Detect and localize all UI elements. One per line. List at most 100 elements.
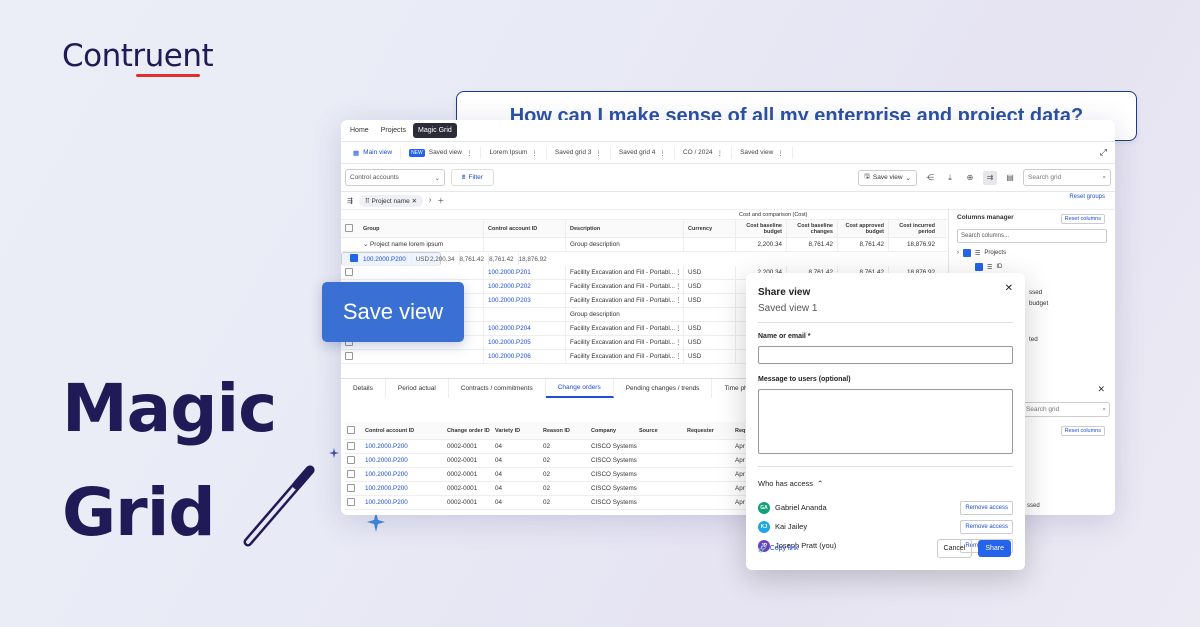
row-checkbox[interactable] — [347, 455, 355, 464]
nav-magic-grid[interactable]: Magic Grid — [412, 123, 457, 138]
header[interactable]: Requester — [687, 428, 735, 434]
header-cost-incurred-period[interactable]: Cost incurred period — [888, 220, 939, 237]
tab-saved-view-2[interactable]: Saved view ⋮ — [732, 146, 793, 159]
search-columns-input[interactable]: Search columns... — [957, 229, 1107, 243]
tab-lorem-ipsum[interactable]: Lorem Ipsum ⋮ — [481, 146, 547, 159]
control-account-link[interactable]: 100.2000.P204 — [483, 322, 565, 335]
more-icon[interactable]: ⋮ — [531, 149, 538, 157]
header[interactable]: Reason ID — [543, 428, 591, 434]
row-checkbox[interactable] — [345, 351, 353, 360]
header-cost-baseline-budget[interactable]: Cost baseline budget — [735, 220, 786, 237]
header-currency[interactable]: Currency — [683, 220, 735, 237]
target-icon[interactable]: ⊕ — [963, 171, 977, 185]
cancel-button[interactable]: Cancel — [936, 539, 973, 558]
add-group-icon[interactable]: ＋ — [437, 196, 444, 206]
tab-pending-changes[interactable]: Pending changes / trends — [614, 379, 713, 398]
close-icon[interactable]: ✕ — [1097, 384, 1105, 395]
message-textarea[interactable] — [758, 389, 1013, 454]
tab-co-2024[interactable]: CO / 2024 ⋮ — [675, 146, 733, 159]
tab-saved-view[interactable]: NEW Saved view ⋮ — [401, 146, 482, 159]
reset-columns-button[interactable]: Reset columns — [1060, 214, 1105, 224]
reset-groups-link[interactable]: Reset groups — [1069, 194, 1105, 200]
row-checkbox[interactable] — [347, 497, 355, 506]
header[interactable]: Variety ID — [495, 428, 543, 434]
control-account-link[interactable] — [483, 308, 565, 321]
more-icon[interactable]: ⋮ — [675, 269, 683, 276]
header-cost-approved-budget[interactable]: Cost approved budget — [837, 220, 888, 237]
header[interactable]: Company — [591, 428, 639, 434]
row-checkbox[interactable] — [347, 441, 355, 450]
checkbox-checked[interactable] — [963, 249, 971, 257]
chevron-right-icon[interactable]: › — [957, 250, 959, 256]
share-button[interactable]: Share — [978, 540, 1011, 557]
control-account-link[interactable]: 100.2000.P202 — [483, 280, 565, 293]
more-icon[interactable]: ⋮ — [675, 353, 683, 360]
more-icon[interactable]: ⋮ — [659, 149, 666, 157]
select-all-checkbox[interactable] — [345, 223, 353, 232]
remove-access-button[interactable]: Remove access — [960, 519, 1013, 534]
share-icon[interactable]: ⋲ — [923, 171, 937, 185]
search-grid-input-2[interactable]: Search grid ⌕ — [1022, 402, 1110, 417]
header-group[interactable]: Group — [363, 226, 483, 232]
nav-home[interactable]: Home — [345, 123, 374, 138]
more-icon[interactable]: ⋮ — [466, 149, 473, 157]
who-has-access-toggle[interactable]: Who has access ⌃ — [758, 479, 1013, 488]
control-account-link[interactable]: 100.2000.P200 — [365, 457, 447, 464]
table-icon[interactable]: ▤ — [1003, 171, 1017, 185]
nav-projects[interactable]: Projects — [376, 123, 411, 138]
row-checkbox[interactable] — [347, 469, 355, 478]
column-tree-id[interactable]: ☰ ID — [957, 263, 1107, 271]
control-account-link[interactable]: 100.2000.P200 — [358, 253, 406, 265]
more-icon[interactable]: ⋮ — [675, 339, 683, 346]
control-account-link[interactable]: 100.2000.P203 — [483, 294, 565, 307]
more-icon[interactable]: ⋮ — [717, 149, 724, 157]
tab-main-view[interactable]: ▦ Main view — [345, 146, 402, 159]
select-all-checkbox[interactable] — [347, 425, 355, 434]
reset-columns-button-2[interactable]: Reset columns — [1060, 426, 1105, 436]
header[interactable]: Control account ID — [365, 428, 447, 434]
name-email-input[interactable] — [758, 346, 1013, 364]
control-account-link[interactable]: 100.2000.P200 — [365, 499, 447, 506]
expand-icon[interactable]: ⤢ — [1100, 147, 1115, 158]
tab-change-orders[interactable]: Change orders — [545, 379, 614, 398]
group-row[interactable]: ⌄ Project name lorem ipsum Group descrip… — [341, 238, 947, 252]
tab-details[interactable]: Details — [341, 379, 386, 398]
control-account-link[interactable]: 100.2000.P200 — [365, 485, 447, 492]
control-account-link[interactable]: 100.2000.P206 — [483, 350, 565, 363]
download-icon[interactable]: ⤓ — [943, 171, 957, 185]
tab-period-actual[interactable]: Period actual — [386, 379, 449, 398]
more-icon[interactable]: ⋮ — [675, 325, 683, 332]
group-chip[interactable]: ⠿ Project name ✕ — [358, 194, 424, 207]
close-icon[interactable]: ✕ — [412, 198, 417, 205]
header-description[interactable]: Description — [565, 220, 683, 237]
more-icon[interactable]: ⋮ — [777, 149, 784, 157]
copy-link-button[interactable]: 🔗 Copy link — [758, 545, 799, 553]
tab-saved-grid-3[interactable]: Saved grid 3 ⋮ — [547, 146, 611, 159]
tab-saved-grid-4[interactable]: Saved grid 4 ⋮ — [611, 146, 675, 159]
search-grid-input[interactable]: Search grid ⌕ — [1023, 169, 1111, 186]
column-tree-projects[interactable]: › ☰ Projects — [957, 249, 1107, 257]
header[interactable]: Change order ID — [447, 428, 495, 434]
header[interactable]: Source — [639, 428, 687, 434]
control-account-link[interactable]: 100.2000.P200 — [365, 443, 447, 450]
header-cost-baseline-changes[interactable]: Cost baseline changes — [786, 220, 837, 237]
remove-access-button[interactable]: Remove access — [960, 500, 1013, 515]
row-checkbox[interactable] — [350, 254, 358, 262]
header-control-account-id[interactable]: Control account ID — [483, 220, 565, 237]
control-account-link[interactable]: 100.2000.P200 — [365, 471, 447, 478]
row-checkbox[interactable] — [345, 267, 353, 276]
control-account-link[interactable]: 100.2000.P201 — [483, 266, 565, 279]
close-icon[interactable]: ✕ — [1005, 283, 1013, 294]
checkbox-checked[interactable] — [975, 263, 983, 271]
chevron-down-icon[interactable]: ⌄ — [363, 241, 370, 248]
row-checkbox[interactable] — [347, 483, 355, 492]
save-view-button[interactable]: 🖫 Save view ⌄ — [858, 169, 917, 186]
more-icon[interactable]: ⋮ — [675, 297, 683, 304]
more-icon[interactable]: ⋮ — [595, 149, 602, 157]
tab-contracts[interactable]: Contracts / commitments — [449, 379, 546, 398]
table-row[interactable]: 100.2000.P200Facility Excavation and Fil… — [341, 252, 547, 266]
save-view-callout-button[interactable]: Save view — [322, 282, 464, 342]
control-account-link[interactable]: 100.2000.P205 — [483, 336, 565, 349]
more-icon[interactable]: ⋮ — [675, 283, 683, 290]
columns-toggle-icon[interactable]: ⇉ — [983, 170, 997, 185]
